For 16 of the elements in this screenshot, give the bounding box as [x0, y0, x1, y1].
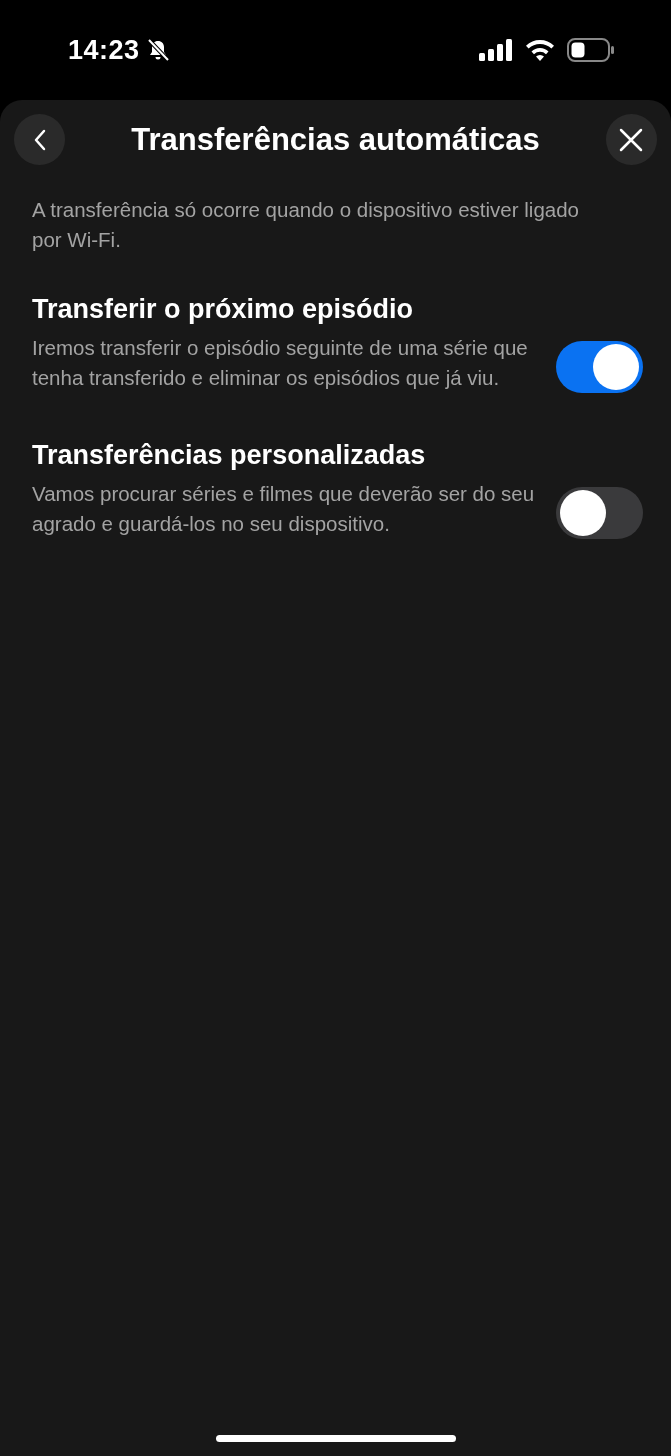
back-button[interactable] — [14, 114, 65, 165]
toggle-switch[interactable] — [556, 341, 643, 393]
setting-title: Transferências personalizadas — [32, 439, 427, 472]
screen-title: Transferências automáticas — [131, 121, 540, 158]
toggle-switch[interactable] — [556, 487, 643, 539]
setting-description: Vamos procurar séries e filmes que deverão ser do seu agrado e guardá-los no seu dispositivo. — [32, 481, 536, 537]
setting-description: Iremos transferir o episódio seguinte de uma série que tenha transferido e eliminar os episódios que já viu. — [32, 335, 529, 391]
close-button[interactable] — [606, 114, 657, 165]
bell-slash-icon — [145, 38, 170, 62]
close-icon — [619, 127, 644, 152]
setting-title: Transferir o próximo episódio — [32, 293, 415, 326]
intro-text: A transferência só ocorre quando o dispositivo estiver ligado por Wi-Fi. — [32, 197, 580, 253]
wifi-icon — [525, 39, 555, 61]
signal-icon — [479, 39, 513, 61]
clock-time: 14:23 — [68, 34, 140, 66]
battery-icon — [567, 38, 615, 62]
